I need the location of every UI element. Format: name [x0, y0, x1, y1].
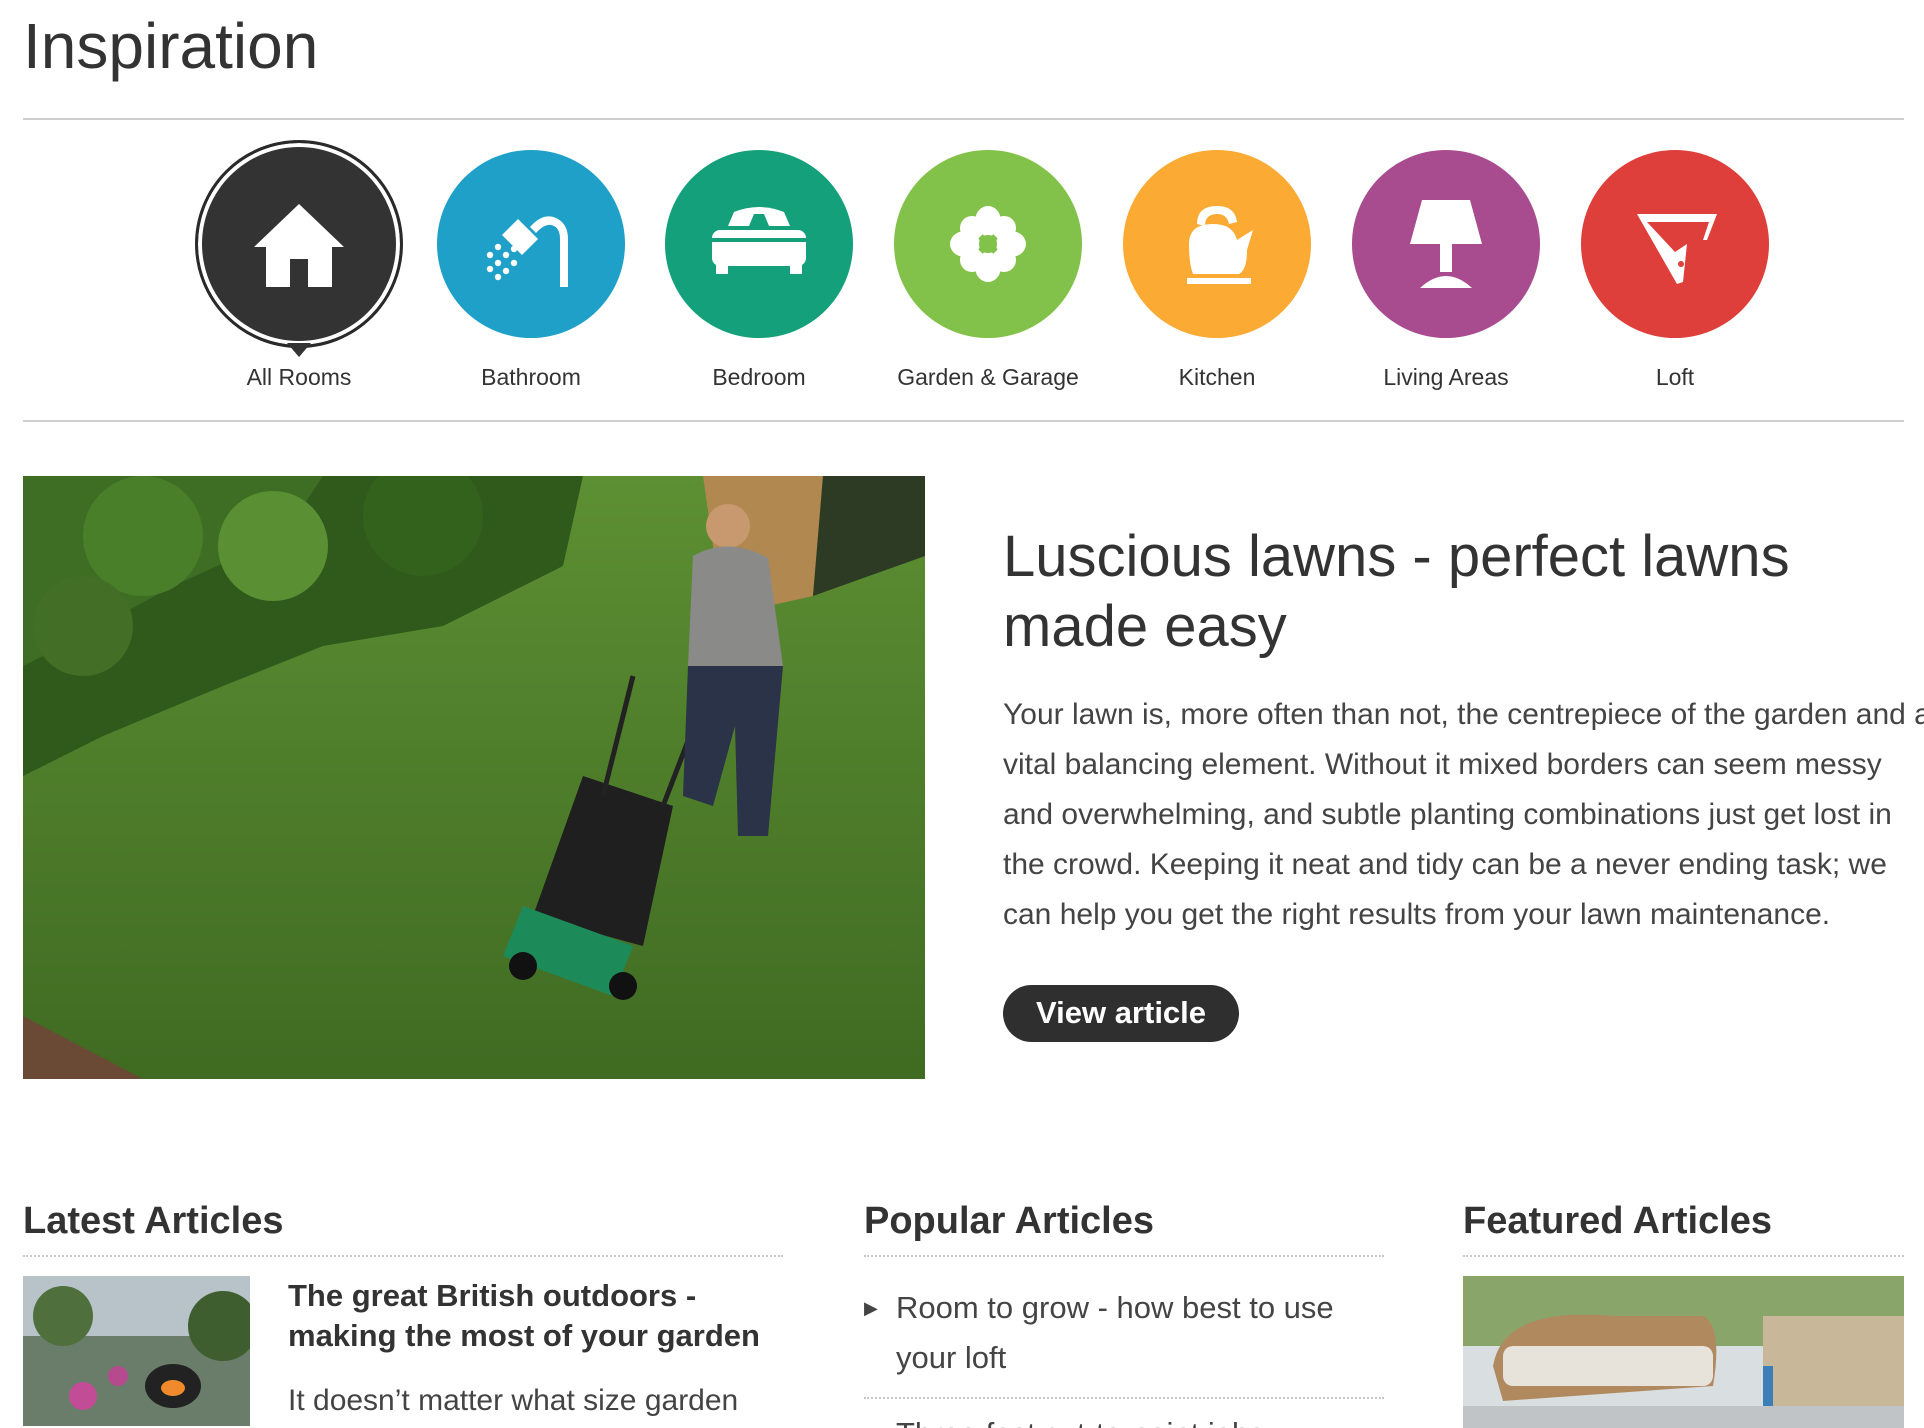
popular-article-link[interactable]: Three fast cut-to-paint jobs: [896, 1409, 1265, 1428]
room-label: Kitchen: [1178, 364, 1256, 390]
room-category-nav: All Rooms Bathroom Bedroom Garden & Gara…: [23, 120, 1901, 420]
hero-section: Luscious lawns - perfect lawns made easy…: [23, 422, 1924, 1187]
shower-icon: [437, 150, 625, 338]
popular-article-link[interactable]: Room to grow - how best to use your loft: [896, 1283, 1384, 1383]
hero-text: Luscious lawns - perfect lawns made easy…: [1003, 522, 1924, 1042]
latest-articles: Latest Articles The great British outdoo…: [23, 1187, 783, 1426]
kettle-icon: [1123, 150, 1311, 338]
room-label: Garden & Garage: [897, 364, 1079, 390]
articles-columns: Latest Articles The great British outdoo…: [23, 1187, 1904, 1428]
loft-icon: [1581, 150, 1769, 338]
room-living-areas[interactable]: Living Areas: [1331, 150, 1561, 391]
bullet-triangle-icon: ▶: [864, 1298, 878, 1318]
room-all-rooms[interactable]: All Rooms: [184, 140, 414, 391]
latest-articles-title: Latest Articles: [23, 1200, 284, 1242]
house-icon: [195, 140, 403, 357]
lamp-icon: [1352, 150, 1540, 338]
popular-articles-title: Popular Articles: [864, 1200, 1155, 1242]
list-item[interactable]: ▶ Three fast cut-to-paint jobs: [864, 1409, 1384, 1428]
featured-articles: Featured Articles: [1463, 1187, 1904, 1428]
room-bedroom[interactable]: Bedroom: [644, 150, 874, 391]
hero-image-lawn-mowing[interactable]: [23, 476, 925, 1079]
featured-articles-title: Featured Articles: [1463, 1200, 1773, 1242]
article-thumbnail[interactable]: [23, 1276, 250, 1426]
room-loft[interactable]: Loft: [1560, 150, 1790, 391]
divider: [23, 1255, 783, 1257]
room-kitchen[interactable]: Kitchen: [1102, 150, 1332, 391]
featured-article-image[interactable]: [1463, 1276, 1904, 1428]
popular-articles: Popular Articles ▶ Room to grow - how be…: [864, 1187, 1384, 1428]
article-snippet: It doesn’t matter what size garden: [288, 1384, 739, 1417]
room-label: Loft: [1655, 364, 1695, 390]
room-label: Bathroom: [481, 364, 581, 390]
room-garden-garage[interactable]: Garden & Garage: [873, 150, 1103, 391]
bullet-triangle-icon: ▶: [864, 1409, 896, 1428]
room-label: Bedroom: [712, 364, 806, 390]
room-bathroom[interactable]: Bathroom: [416, 150, 646, 391]
page-title: Inspiration: [23, 10, 319, 82]
hero-title: Luscious lawns - perfect lawns made easy: [1003, 524, 1790, 659]
view-article-button[interactable]: View article: [1003, 985, 1240, 1042]
list-item[interactable]: ▶ Room to grow - how best to use your lo…: [864, 1283, 1384, 1383]
room-label: All Rooms: [246, 364, 352, 390]
divider: [864, 1397, 1384, 1399]
list-item[interactable]: The great British outdoors - making the …: [23, 1276, 783, 1426]
page: Inspiration All Rooms Bathroom Bedroom G…: [0, 0, 1924, 1428]
divider: [864, 1255, 1384, 1257]
flower-icon: [894, 150, 1082, 338]
hero-body: Your lawn is, more often than not, the c…: [1003, 698, 1924, 931]
article-headline[interactable]: The great British outdoors - making the …: [288, 1276, 783, 1356]
room-label: Living Areas: [1383, 364, 1509, 390]
divider: [1463, 1255, 1904, 1257]
bed-icon: [665, 150, 853, 338]
